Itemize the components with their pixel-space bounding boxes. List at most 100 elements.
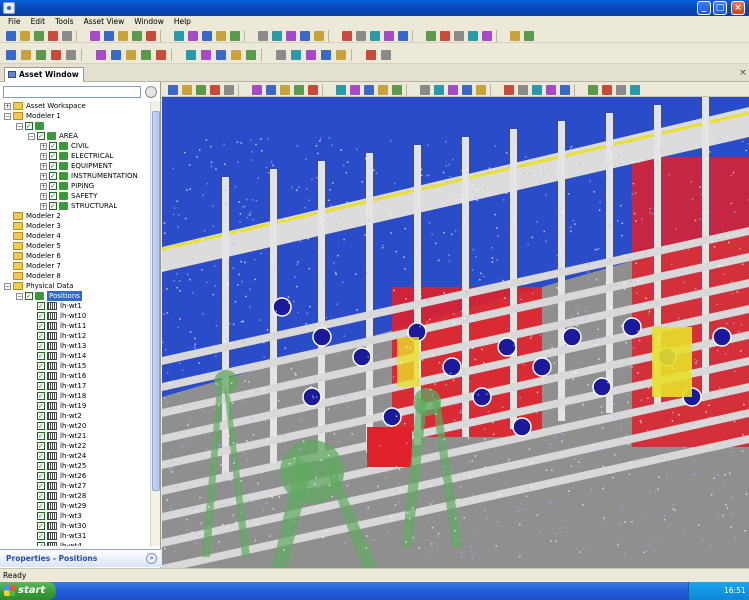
toolbar-tool-icon[interactable] [201, 50, 211, 60]
tree-row[interactable]: lh-wt22 [0, 441, 86, 451]
toolbar-tool-icon[interactable] [448, 85, 458, 95]
tree-row[interactable]: Modeler 3 [0, 221, 61, 231]
tree-row[interactable]: − Positions [0, 291, 82, 301]
toolbar-tool-icon[interactable] [21, 50, 31, 60]
tree-row[interactable]: lh-wt16 [0, 371, 86, 381]
toolbar-tool-icon[interactable] [308, 85, 318, 95]
toolbar-tool-icon[interactable] [532, 85, 542, 95]
visibility-checkbox[interactable] [37, 531, 45, 541]
toolbar-tool-icon[interactable] [216, 50, 226, 60]
tree-row[interactable]: lh-wt21 [0, 431, 86, 441]
toolbar-tool-icon[interactable] [454, 31, 464, 41]
visibility-checkbox[interactable] [37, 331, 45, 341]
tree-row[interactable]: + Asset Workspace [0, 101, 86, 111]
tree-row[interactable]: lh-wt24 [0, 451, 86, 461]
tree-row[interactable]: + EQUIPMENT [0, 161, 112, 171]
toolbar-tool-icon[interactable] [224, 85, 234, 95]
expand-icon[interactable]: + [40, 182, 47, 190]
toolbar-tool-icon[interactable] [602, 85, 612, 95]
visibility-checkbox[interactable] [37, 381, 45, 391]
toolbar-tool-icon[interactable] [34, 31, 44, 41]
toolbar-tool-icon[interactable] [510, 31, 520, 41]
toolbar-tool-icon[interactable] [462, 85, 472, 95]
toolbar-tool-icon[interactable] [336, 50, 346, 60]
tree-row[interactable]: lh-wt12 [0, 331, 86, 341]
toolbar-tool-icon[interactable] [36, 50, 46, 60]
toolbar-tool-icon[interactable] [118, 31, 128, 41]
visibility-checkbox[interactable] [49, 201, 57, 211]
toolbar-tool-icon[interactable] [468, 31, 478, 41]
toolbar-tool-icon[interactable] [356, 31, 366, 41]
visibility-checkbox[interactable] [49, 151, 57, 161]
visibility-checkbox[interactable] [25, 291, 33, 301]
menu-file[interactable]: File [3, 16, 26, 28]
toolbar-tool-icon[interactable] [342, 31, 352, 41]
tree-row[interactable]: − Modeler 1 [0, 111, 61, 121]
expand-icon[interactable]: + [40, 142, 47, 150]
visibility-checkbox[interactable] [37, 411, 45, 421]
tree-row[interactable]: lh-wt29 [0, 501, 86, 511]
tab-close-icon[interactable]: × [738, 68, 748, 78]
menu-edit[interactable]: Edit [26, 16, 51, 28]
toolbar-tool-icon[interactable] [616, 85, 626, 95]
tree-scrollbar[interactable] [150, 101, 160, 546]
tree-row[interactable]: lh-wt26 [0, 471, 86, 481]
toolbar-tool-icon[interactable] [20, 31, 30, 41]
tree-row[interactable]: + PIPING [0, 181, 94, 191]
toolbar-tool-icon[interactable] [426, 31, 436, 41]
toolbar-tool-icon[interactable] [186, 50, 196, 60]
toolbar-tool-icon[interactable] [66, 50, 76, 60]
tree-row[interactable]: lh-wt17 [0, 381, 86, 391]
search-go-icon[interactable] [145, 86, 157, 98]
toolbar-tool-icon[interactable] [314, 31, 324, 41]
collapse-icon[interactable]: − [4, 282, 11, 290]
toolbar-tool-icon[interactable] [258, 31, 268, 41]
toolbar-tool-icon[interactable] [90, 31, 100, 41]
scrollbar-thumb[interactable] [152, 111, 160, 491]
tree-row[interactable]: + INSTRUMENTATION [0, 171, 138, 181]
visibility-checkbox[interactable] [37, 451, 45, 461]
toolbar-tool-icon[interactable] [141, 50, 151, 60]
visibility-checkbox[interactable] [37, 481, 45, 491]
toolbar-tool-icon[interactable] [104, 31, 114, 41]
visibility-checkbox[interactable] [37, 491, 45, 501]
visibility-checkbox[interactable] [49, 161, 57, 171]
toolbar-tool-icon[interactable] [420, 85, 430, 95]
tree-row[interactable]: − Physical Data [0, 281, 73, 291]
toolbar-tool-icon[interactable] [630, 85, 640, 95]
toolbar-tool-icon[interactable] [126, 50, 136, 60]
start-button[interactable]: start [0, 582, 56, 600]
visibility-checkbox[interactable] [37, 471, 45, 481]
tree-row[interactable]: + CIVIL [0, 141, 89, 151]
toolbar-tool-icon[interactable] [6, 50, 16, 60]
expand-icon[interactable]: + [40, 202, 47, 210]
toolbar-tool-icon[interactable] [168, 85, 178, 95]
tree-row[interactable]: lh-wt31 [0, 531, 86, 541]
toolbar-tool-icon[interactable] [560, 85, 570, 95]
expand-chevron-icon[interactable]: » [146, 553, 157, 564]
tree-row[interactable]: lh-wt25 [0, 461, 86, 471]
properties-bar[interactable]: Properties - Positions » [0, 549, 161, 567]
tree-row[interactable]: lh-wt28 [0, 491, 86, 501]
tree-row[interactable]: Modeler 4 [0, 231, 61, 241]
toolbar-tool-icon[interactable] [381, 50, 391, 60]
toolbar-tool-icon[interactable] [196, 85, 206, 95]
minimize-button[interactable]: _ [697, 1, 711, 15]
visibility-checkbox[interactable] [49, 141, 57, 151]
tree-row[interactable]: − AREA [0, 131, 78, 141]
app-icon[interactable] [3, 2, 15, 14]
toolbar-tool-icon[interactable] [280, 85, 290, 95]
toolbar-tool-icon[interactable] [518, 85, 528, 95]
expand-icon[interactable]: + [40, 162, 47, 170]
collapse-icon[interactable]: − [4, 112, 11, 120]
toolbar-tool-icon[interactable] [291, 50, 301, 60]
visibility-checkbox[interactable] [37, 371, 45, 381]
visibility-checkbox[interactable] [37, 341, 45, 351]
toolbar-tool-icon[interactable] [182, 85, 192, 95]
expand-icon[interactable]: + [40, 172, 47, 180]
visibility-checkbox[interactable] [37, 431, 45, 441]
menu-help[interactable]: Help [169, 16, 196, 28]
tree-row[interactable]: lh-wt1 [0, 301, 82, 311]
menu-tools[interactable]: Tools [50, 16, 78, 28]
tree-row[interactable]: lh-wt3 [0, 511, 82, 521]
